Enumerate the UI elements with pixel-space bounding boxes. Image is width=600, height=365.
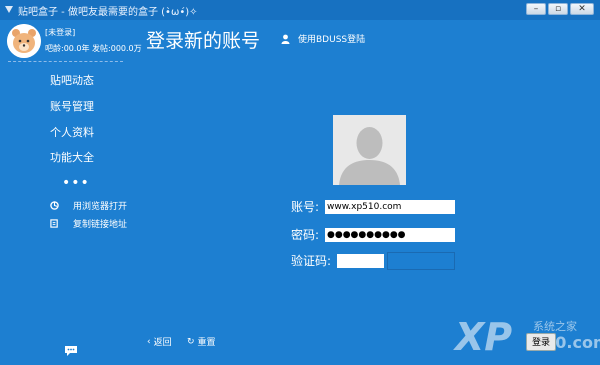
chevron-left-icon: ‹: [147, 336, 151, 347]
open-in-browser-link[interactable]: 用浏览器打开: [50, 199, 127, 212]
bear-avatar-icon: [7, 24, 41, 58]
account-input[interactable]: [325, 200, 455, 214]
sidebar-item-profile[interactable]: 个人资料: [50, 124, 94, 140]
default-avatar-icon: [333, 115, 406, 185]
sidebar-item-account-manage[interactable]: 账号管理: [50, 98, 94, 114]
maximize-button[interactable]: ▫: [548, 3, 568, 15]
title-bar: 贴吧盒子 - 做吧友最需要的盒子 (•̀ω•́)✧ – ▫ ✕: [0, 0, 600, 20]
app-icon: [5, 6, 13, 13]
browser-icon: [50, 201, 59, 210]
window-title: 贴吧盒子 - 做吧友最需要的盒子 (•̀ω•́)✧: [18, 7, 198, 18]
bduss-login-link[interactable]: 使用BDUSS登陆: [281, 32, 365, 45]
bduss-login-label: 使用BDUSS登陆: [298, 35, 366, 45]
close-button[interactable]: ✕: [570, 3, 594, 15]
page-title: 登录新的账号: [146, 30, 261, 52]
watermark-cn: 系统之家: [533, 320, 577, 333]
account-label: 账号:: [291, 200, 320, 214]
copy-link-link[interactable]: 复制链接地址: [50, 217, 127, 230]
chat-icon[interactable]: [64, 345, 78, 357]
divider: [8, 61, 123, 62]
back-label: 返回: [153, 338, 172, 348]
minimize-button[interactable]: –: [526, 3, 546, 15]
reset-button[interactable]: ↻ 重置: [187, 335, 216, 349]
user-stats: 吧龄:00.0年 发帖:000.0万: [45, 44, 142, 53]
captcha-image[interactable]: [387, 252, 455, 270]
watermark-logo: XP 系统之家 510.com: [455, 315, 600, 360]
back-button[interactable]: ‹ 返回: [147, 335, 172, 349]
login-status: [未登录]: [45, 28, 76, 37]
copy-icon: [50, 219, 58, 228]
refresh-icon: ↻: [187, 336, 195, 347]
open-in-browser-label: 用浏览器打开: [73, 202, 128, 212]
profile-picture: [333, 115, 406, 185]
more-menu[interactable]: •••: [62, 175, 90, 191]
sidebar-item-features[interactable]: 功能大全: [50, 149, 94, 165]
captcha-input[interactable]: [337, 254, 384, 268]
captcha-label: 验证码:: [291, 254, 332, 268]
copy-link-label: 复制链接地址: [73, 220, 128, 230]
window-controls: – ▫ ✕: [526, 3, 594, 15]
sidebar-item-tieba-feed[interactable]: 贴吧动态: [50, 72, 94, 88]
login-button[interactable]: 登录: [526, 333, 556, 351]
password-label: 密码:: [291, 228, 320, 242]
avatar[interactable]: [7, 24, 41, 58]
reset-label: 重置: [197, 338, 216, 348]
password-input[interactable]: ●●●●●●●●●●: [325, 228, 455, 242]
user-icon: [281, 34, 290, 44]
watermark-brand: XP: [455, 315, 513, 359]
